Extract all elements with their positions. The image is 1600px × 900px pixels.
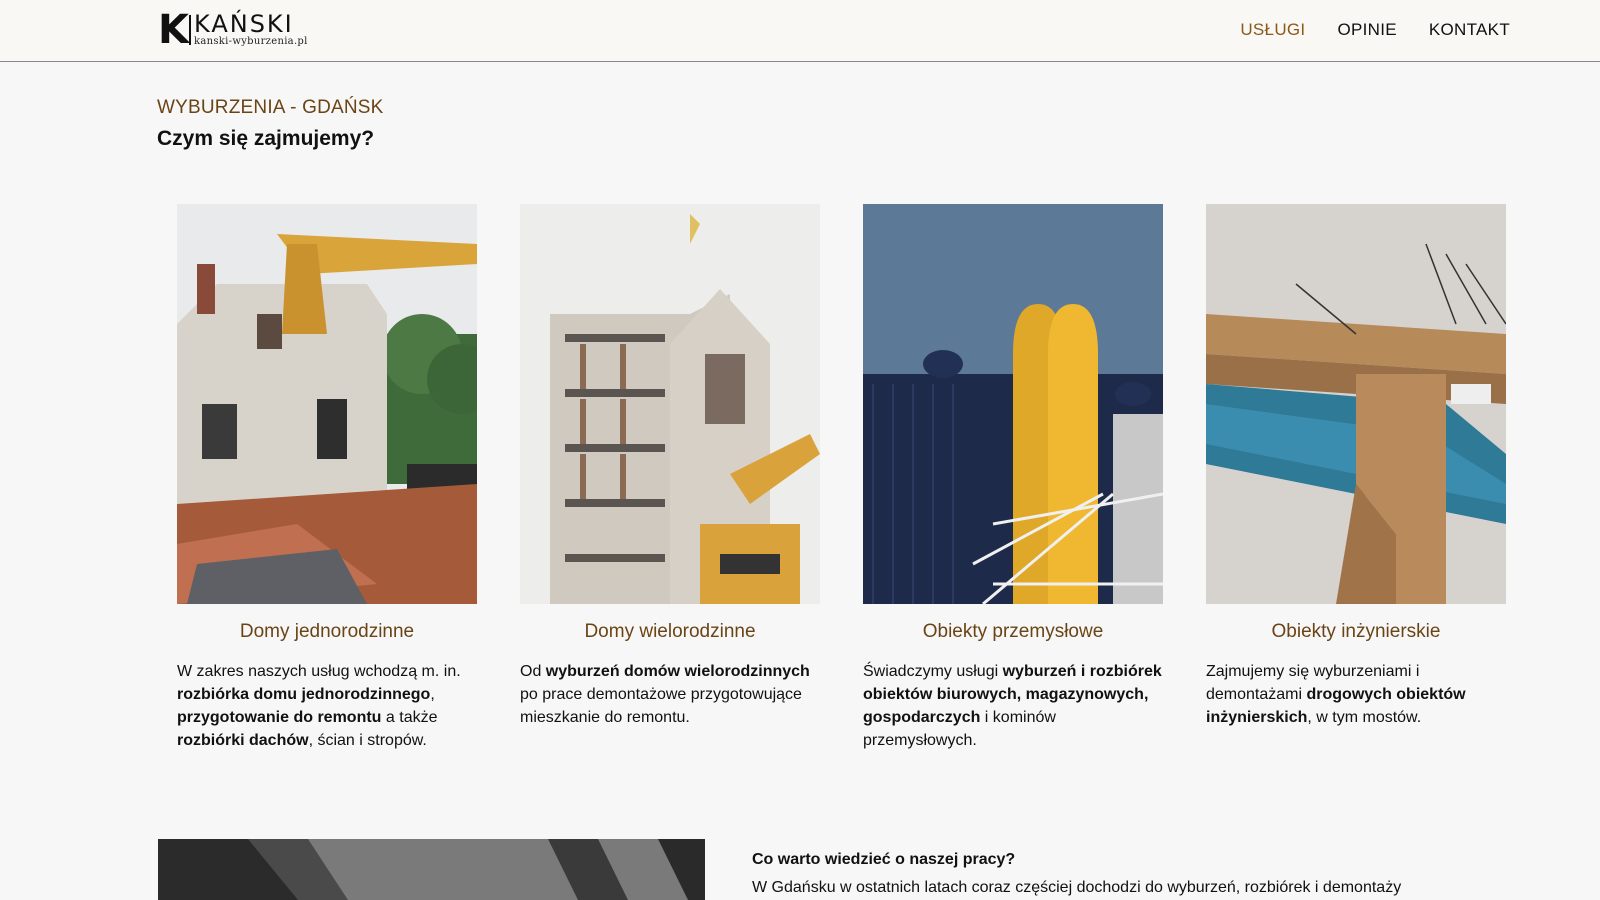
card-title: Domy jednorodzinne xyxy=(239,621,415,642)
card-text: Świadczymy usługi wyburzeń i rozbiórek o… xyxy=(863,660,1163,752)
bold-text: rozbiórki dachów xyxy=(177,732,309,749)
section-eyebrow: WYBURZENIA - GDAŃSK xyxy=(157,97,384,118)
logo-url: kanski-wyburzenia.pl xyxy=(194,36,308,47)
bridge-demolition-image xyxy=(1206,204,1506,604)
bold-text: rozbiórka domu jednorodzinnego xyxy=(177,686,431,703)
text-segment: Od xyxy=(520,663,546,680)
logo-letter: K xyxy=(158,7,189,53)
text-segment: W zakres naszych usług wchodzą m. in. xyxy=(177,663,461,680)
nav-item-opinie[interactable]: OPINIE xyxy=(1337,19,1396,41)
nav-item-kontakt[interactable]: KONTAKT xyxy=(1429,19,1510,41)
text-segment: , xyxy=(430,686,435,703)
card-image-apartment-building xyxy=(520,204,820,604)
card-image-demolition-house xyxy=(177,204,477,604)
service-card: Domy jednorodzinne W zakres naszych usłu… xyxy=(177,204,477,752)
main-nav: USŁUGI OPINIE KONTAKT xyxy=(1240,19,1510,41)
demolition-house-image xyxy=(177,204,477,604)
logo-text: KAŃSKI kanski-wyburzenia.pl xyxy=(194,12,308,48)
card-title: Obiekty przemysłowe xyxy=(922,621,1104,642)
text-segment: , ścian i stropów. xyxy=(308,732,427,749)
text-segment: a także xyxy=(381,709,438,726)
bottom-title: Co warto wiedzieć o naszej pracy? xyxy=(752,851,1016,868)
section-title: Czym się zajmujemy? xyxy=(157,127,375,150)
card-image-industrial xyxy=(863,204,1163,604)
service-card: Domy wielorodzinne Od wyburzeń domów wie… xyxy=(520,204,820,729)
logo[interactable]: K KAŃSKI kanski-wyburzenia.pl xyxy=(158,7,308,53)
text-segment: po prace demontażowe przygotowujące mies… xyxy=(520,686,802,726)
card-text: W zakres naszych usług wchodzą m. in. ro… xyxy=(177,660,477,752)
demolition-machine-image xyxy=(158,839,705,900)
bottom-image xyxy=(158,839,705,900)
logo-name: KAŃSKI xyxy=(194,10,294,38)
apartment-demolition-image xyxy=(520,204,820,604)
site-header: K KAŃSKI kanski-wyburzenia.pl USŁUGI OPI… xyxy=(0,0,1600,62)
bold-text: przygotowanie do remontu xyxy=(177,709,382,726)
card-text: Od wyburzeń domów wielorodzinnych po pra… xyxy=(520,660,820,729)
card-image-bridge xyxy=(1206,204,1506,604)
logo-divider xyxy=(189,15,191,45)
card-text: Zajmujemy się wyburzeniami i demontażami… xyxy=(1206,660,1506,729)
text-segment: , w tym mostów. xyxy=(1307,709,1422,726)
industrial-building-image xyxy=(863,204,1163,604)
bottom-text: W Gdańsku w ostatnich latach coraz częśc… xyxy=(752,879,1402,896)
service-card: Obiekty przemysłowe Świadczymy usługi wy… xyxy=(863,204,1163,752)
service-card: Obiekty inżynierskie Zajmujemy się wybur… xyxy=(1206,204,1506,729)
card-title: Obiekty inżynierskie xyxy=(1271,621,1441,642)
card-title: Domy wielorodzinne xyxy=(584,621,756,642)
bold-text: wyburzeń domów wielorodzinnych xyxy=(545,663,810,680)
nav-item-uslugi[interactable]: USŁUGI xyxy=(1240,19,1305,41)
text-segment: Świadczymy usługi xyxy=(863,663,1003,680)
